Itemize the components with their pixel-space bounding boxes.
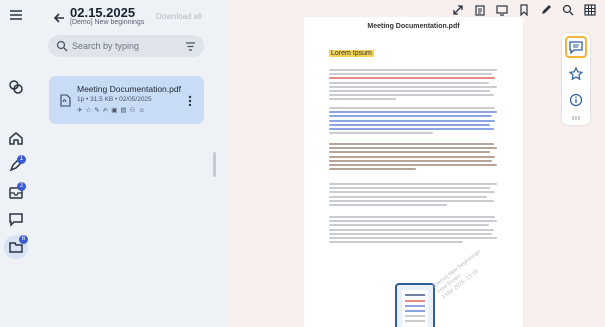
nav-home[interactable] (6, 128, 26, 148)
document-status-icons: ✈ ☆ ✎ ✍ ▣ ▤ ⚇ ☺ (77, 107, 145, 115)
document-title: Meeting Documentation.pdf (367, 23, 460, 30)
share-icon: ⚇ (129, 107, 136, 114)
document-viewer: Meeting Documentation.pdf Lorem Ipsum [D… (228, 0, 605, 327)
nav-sign[interactable]: 1 (6, 155, 26, 175)
folder-date: 02.15.2025 (70, 5, 136, 20)
nav-chat[interactable] (6, 209, 26, 229)
nav-inbox[interactable]: 2 (6, 182, 26, 202)
filter-icon[interactable] (185, 41, 196, 52)
inbox-badge: 2 (17, 182, 26, 191)
search-input[interactable]: Search by typing (48, 35, 204, 57)
highlighted-heading[interactable]: Lorem Ipsum (329, 50, 374, 57)
monitor-icon[interactable] (496, 4, 508, 16)
back-arrow-icon[interactable] (52, 11, 66, 25)
info-icon (569, 93, 583, 107)
folder-panel: 02.15.2025 [Demo] New beginnings Downloa… (32, 0, 222, 327)
paragraph-5 (329, 216, 497, 245)
search-icon (56, 40, 68, 52)
paragraph-1 (329, 69, 497, 103)
clipboard-icon[interactable] (474, 4, 486, 16)
sign-badge: 1 (17, 155, 26, 164)
favorite-tool-button[interactable] (565, 63, 587, 85)
form-icon: ▤ (120, 107, 127, 114)
panel-scrollbar[interactable] (213, 152, 216, 177)
star-icon (569, 67, 583, 81)
nav-rail: 1 2 6 (0, 0, 32, 327)
document-meta: 1p • 31.5 KB • 02/05/2025 (77, 96, 152, 103)
paragraph-4 (329, 183, 497, 208)
paragraph-2 (329, 107, 497, 136)
pdf-file-icon (60, 94, 71, 107)
comment-icon (569, 41, 583, 54)
logo-icon (9, 80, 23, 94)
grid-icon[interactable] (584, 4, 596, 16)
paragraph-3 (329, 143, 497, 172)
signature-icon: ✍ (102, 107, 109, 114)
expand-icon[interactable] (452, 4, 464, 16)
chat-icon (9, 213, 23, 227)
stamp-icon: ▣ (111, 107, 118, 114)
app-logo[interactable] (6, 77, 26, 97)
document-thumbnail[interactable] (395, 283, 435, 327)
folders-badge: 6 (19, 235, 28, 244)
nav-folders[interactable]: 6 (4, 235, 28, 259)
signature-stamp: [Demo] New beginnings Fred Brown 3 Mar 2… (432, 249, 491, 302)
search-placeholder: Search by typing (72, 41, 140, 51)
send-icon: ✈ (77, 107, 83, 114)
pdf-page[interactable]: Meeting Documentation.pdf Lorem Ipsum [D… (304, 17, 523, 327)
pen-icon[interactable] (540, 4, 552, 16)
info-tool-button[interactable] (565, 89, 587, 111)
menu-icon (10, 10, 22, 20)
drag-handle-icon[interactable] (571, 116, 581, 120)
edit-icon: ✎ (94, 107, 100, 114)
comment-tool-button[interactable] (565, 36, 587, 58)
emoji-icon: ☺ (138, 107, 145, 114)
home-icon (9, 132, 23, 145)
more-vert-icon[interactable] (188, 95, 192, 107)
search-icon[interactable] (562, 4, 574, 16)
menu-button[interactable] (6, 5, 26, 25)
document-name: Meeting Documentation.pdf (77, 84, 181, 94)
download-all-button[interactable]: Download all (156, 12, 202, 21)
annotation-toolbar (562, 33, 590, 125)
star-icon: ☆ (85, 107, 92, 114)
folder-subtitle: [Demo] New beginnings (70, 19, 145, 26)
bookmark-icon[interactable] (518, 4, 530, 16)
document-card[interactable]: Meeting Documentation.pdf 1p • 31.5 KB •… (49, 76, 204, 124)
